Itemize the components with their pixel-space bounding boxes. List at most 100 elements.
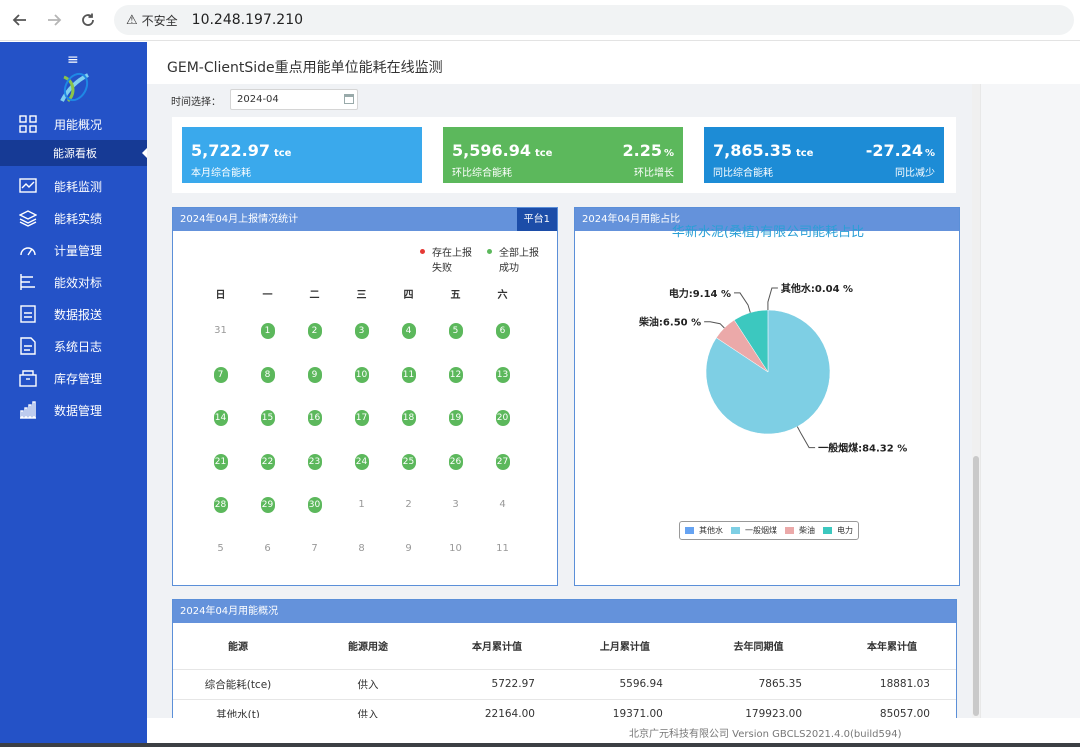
panel-title: 2024年04月用能概况: [180, 606, 279, 617]
weekday-header: 二: [309, 290, 320, 301]
pie-legend-item[interactable]: 电力: [823, 525, 853, 536]
platform-tab[interactable]: 平台1: [516, 208, 557, 231]
sidebar-item-metering[interactable]: 计量管理: [0, 234, 147, 266]
sidebar-item-inventory[interactable]: 库存管理: [0, 362, 147, 394]
red-dot-icon: [420, 249, 425, 254]
sidebar-item-usage-overview[interactable]: 用能概况: [0, 108, 147, 140]
calendar-day-success[interactable]: 2: [291, 323, 338, 339]
sidebar-item-system-log[interactable]: 系统日志: [0, 330, 147, 362]
calendar-day-success[interactable]: 24: [338, 453, 385, 470]
stat-value: 5,722.97 tce: [191, 141, 292, 160]
security-label: 不安全: [141, 13, 178, 28]
calendar-day-success[interactable]: 7: [197, 366, 244, 383]
sidebar-item-benchmark[interactable]: 能效对标: [0, 266, 147, 298]
stat-card-year-over-year: 7,865.35 tce 同比综合能耗 -27.24% 同比减少: [704, 127, 944, 183]
calendar-day-success[interactable]: 27: [479, 453, 526, 470]
calendar-day-success[interactable]: 22: [244, 453, 291, 470]
calendar-day-success[interactable]: 19: [432, 410, 479, 426]
dashboard-icon: [18, 114, 38, 134]
sidebar-item-label: 能效对标: [54, 275, 103, 290]
calendar-icon[interactable]: [344, 94, 354, 104]
calendar-day-number: 7: [213, 366, 228, 383]
reload-icon[interactable]: [74, 6, 102, 34]
calendar-day[interactable]: 10: [432, 541, 479, 557]
calendar-day[interactable]: 11: [479, 541, 526, 557]
sidebar-item-consumption-actual[interactable]: 能耗实绩: [0, 202, 147, 234]
pie-legend-item[interactable]: 柴油: [785, 525, 815, 536]
month-picker-input[interactable]: 2024-04: [230, 89, 358, 110]
calendar-day-number: 9: [307, 366, 322, 383]
hamburger-menu-icon[interactable]: ≡: [67, 52, 79, 68]
calendar-day[interactable]: 2: [385, 497, 432, 513]
calendar-day[interactable]: 1: [338, 497, 385, 513]
legend-swatch: [731, 527, 740, 534]
calendar-day-success[interactable]: 21: [197, 453, 244, 470]
calendar-day-success[interactable]: 3: [338, 323, 385, 339]
calendar-day-success[interactable]: 26: [432, 453, 479, 470]
legend-swatch: [685, 527, 694, 534]
table-cell: 其他水(t): [173, 698, 303, 718]
calendar-day-number: 6: [495, 323, 510, 339]
calendar-day-number: 21: [213, 453, 228, 470]
sidebar-subitem-energy-dashboard[interactable]: 能源看板: [0, 140, 147, 166]
table-header-row: 能源 能源用途 本月累计值 上月累计值 去年同期值 本年累计值: [173, 623, 956, 669]
calendar-day-success[interactable]: 23: [291, 453, 338, 470]
calendar-day-number: 8: [260, 366, 275, 383]
app-window: ⚠ 不安全 10.248.197.210 ≡ 用能概况 能源看板 能耗监测 能耗…: [0, 0, 1080, 747]
address-bar[interactable]: ⚠ 不安全 10.248.197.210: [114, 5, 1074, 35]
calendar-day-number: 25: [401, 453, 416, 470]
calendar-day[interactable]: 8: [338, 541, 385, 557]
calendar-day-success[interactable]: 28: [197, 497, 244, 513]
sidebar-item-label: 系统日志: [54, 339, 103, 354]
sidebar-item-label: 能耗监测: [54, 179, 103, 194]
stat-value: 5,596.94 tce: [452, 141, 553, 160]
calendar-day-success[interactable]: 12: [432, 366, 479, 383]
calendar-day-success[interactable]: 14: [197, 410, 244, 426]
calendar-day[interactable]: 31: [197, 323, 244, 339]
calendar-day-success[interactable]: 30: [291, 497, 338, 513]
sidebar-item-consumption-monitor[interactable]: 能耗监测: [0, 170, 147, 202]
gauge-icon: [18, 240, 38, 260]
calendar-day-success[interactable]: 18: [385, 410, 432, 426]
pie-legend-item[interactable]: 一般烟煤: [731, 525, 777, 536]
calendar-day-number: 4: [499, 499, 506, 510]
calendar-day-number: 18: [401, 410, 416, 426]
sidebar-item-data-report[interactable]: 数据报送: [0, 298, 147, 330]
column-header: 能源: [228, 642, 248, 654]
calendar-day-success[interactable]: 1: [244, 323, 291, 339]
legend-label: 其他水: [699, 526, 723, 535]
calendar-day-number: 10: [449, 542, 462, 554]
calendar-day[interactable]: 3: [432, 497, 479, 513]
calendar-day[interactable]: 6: [244, 541, 291, 557]
scrollbar-thumb[interactable]: [973, 456, 979, 716]
url-text[interactable]: 10.248.197.210: [192, 12, 303, 28]
arrow-left-icon[interactable]: [6, 6, 34, 34]
calendar-day[interactable]: 5: [197, 541, 244, 557]
calendar-day-success[interactable]: 17: [338, 410, 385, 426]
calendar-day-number: 11: [401, 366, 416, 383]
calendar-day-success[interactable]: 8: [244, 366, 291, 383]
calendar-day-success[interactable]: 16: [291, 410, 338, 426]
calendar-day-success[interactable]: 11: [385, 366, 432, 383]
calendar-day-success[interactable]: 13: [479, 366, 526, 383]
calendar-day-success[interactable]: 9: [291, 366, 338, 383]
table-cell: 供入: [303, 698, 433, 718]
security-chip[interactable]: ⚠ 不安全: [118, 8, 186, 32]
calendar-day-success[interactable]: 6: [479, 323, 526, 339]
calendar-day-success[interactable]: 4: [385, 323, 432, 339]
calendar-day-success[interactable]: 15: [244, 410, 291, 426]
stat-trend-label: 同比减少: [895, 168, 935, 179]
calendar-day-success[interactable]: 29: [244, 497, 291, 513]
calendar-day[interactable]: 7: [291, 541, 338, 557]
calendar-day-success[interactable]: 5: [432, 323, 479, 339]
pie-legend-item[interactable]: 其他水: [685, 525, 723, 536]
calendar-day-success[interactable]: 20: [479, 410, 526, 426]
sidebar-item-data-management[interactable]: 数据管理: [0, 394, 147, 426]
calendar-day[interactable]: 9: [385, 541, 432, 557]
calendar-day-success[interactable]: 10: [338, 366, 385, 383]
table-cell: 18881.03: [828, 668, 956, 699]
calendar-day[interactable]: 4: [479, 497, 526, 513]
weekday-header: 一: [262, 290, 273, 301]
calendar-day-success[interactable]: 25: [385, 453, 432, 470]
arrow-right-icon[interactable]: [40, 6, 68, 34]
